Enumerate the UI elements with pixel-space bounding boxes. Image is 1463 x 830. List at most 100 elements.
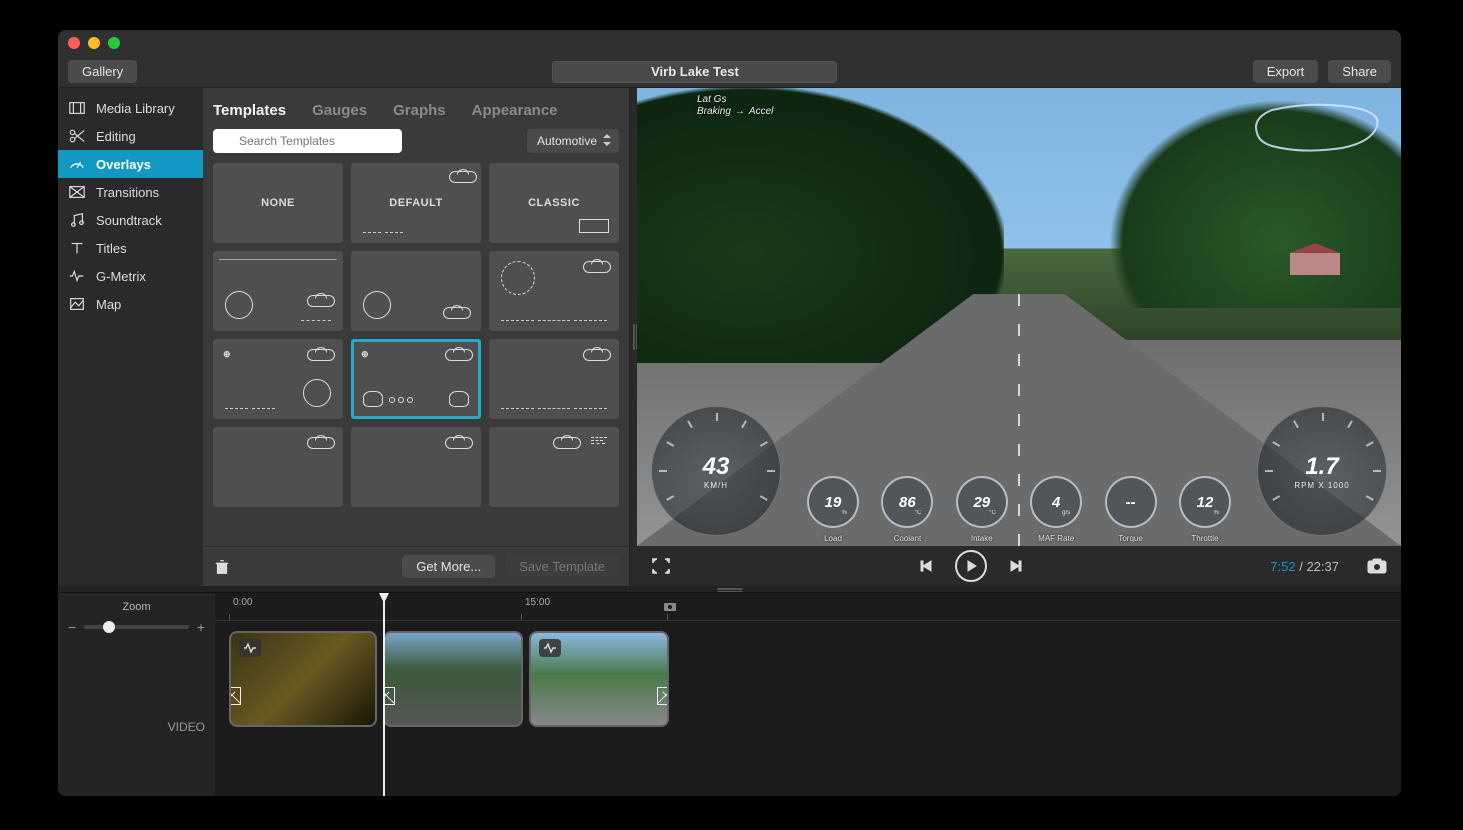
template-item[interactable] [489, 427, 619, 507]
share-button[interactable]: Share [1328, 60, 1391, 83]
window-zoom-button[interactable] [108, 37, 120, 49]
music-icon [68, 211, 86, 229]
sidebar-item-overlays[interactable]: Overlays [58, 150, 203, 178]
timeline-tracks[interactable]: 0:00 15:00 [215, 593, 1401, 796]
template-item[interactable] [351, 427, 481, 507]
overlay-tabs: Templates Gauges Graphs Appearance [203, 88, 629, 129]
search-wrap [213, 129, 519, 153]
sidebar-item-editing[interactable]: Editing [58, 122, 203, 150]
clip-trim-handle-right[interactable] [657, 687, 669, 705]
template-item[interactable] [213, 251, 343, 331]
template-item-selected[interactable]: ⊕ [351, 339, 481, 419]
app-window: Gallery Virb Lake Test Export Share Medi… [58, 30, 1401, 796]
window-close-button[interactable] [68, 37, 80, 49]
save-template-button[interactable]: Save Template [505, 555, 619, 578]
gmetrix-badge-icon [239, 639, 261, 657]
playback-controls: 7:52 / 22:37 [637, 546, 1401, 586]
sidebar-item-label: Titles [96, 241, 127, 256]
sidebar-item-label: Overlays [96, 157, 151, 172]
sidebar-item-soundtrack[interactable]: Soundtrack [58, 206, 203, 234]
sidebar-item-label: Transitions [96, 185, 159, 200]
template-label: NONE [261, 197, 295, 209]
gauge-coolant: 86°CCoolant [881, 476, 933, 528]
pulse-icon [68, 267, 86, 285]
sidebar-item-label: Map [96, 297, 121, 312]
sidebar: Media Library Editing Overlays Transitio… [58, 88, 203, 586]
video-track [229, 631, 669, 727]
template-classic[interactable]: CLASSIC [489, 163, 619, 243]
zoom-control: Zoom − + [58, 593, 215, 643]
search-input[interactable] [213, 129, 402, 153]
speed-unit: KM/H [704, 481, 728, 490]
template-item[interactable] [489, 339, 619, 419]
ruler-mark: 0:00 [233, 597, 252, 608]
template-item[interactable] [351, 251, 481, 331]
playback-time: 7:52 / 22:37 [1270, 559, 1339, 574]
scissors-icon [68, 127, 86, 145]
sidebar-item-transitions[interactable]: Transitions [58, 178, 203, 206]
video-clip[interactable] [383, 631, 523, 727]
tab-graphs[interactable]: Graphs [393, 102, 446, 119]
sidebar-item-media-library[interactable]: Media Library [58, 94, 203, 122]
sidebar-item-map[interactable]: Map [58, 290, 203, 318]
gauge-torque: --Torque [1105, 476, 1157, 528]
get-more-button[interactable]: Get More... [402, 555, 495, 578]
template-none[interactable]: NONE [213, 163, 343, 243]
tab-gauges[interactable]: Gauges [312, 102, 367, 119]
timeline: Zoom − + VIDEO 0:00 15:00 [58, 592, 1401, 796]
gallery-button[interactable]: Gallery [68, 60, 137, 83]
sidebar-item-titles[interactable]: Titles [58, 234, 203, 262]
overlay-track-map [1247, 98, 1387, 158]
overlay-panel: Templates Gauges Graphs Appearance Autom… [203, 88, 630, 586]
overlay-lat-gs: Lat Gs Braking→Accel [697, 94, 773, 118]
snapshot-button[interactable] [1367, 558, 1387, 574]
timeline-ruler[interactable]: 0:00 15:00 [215, 593, 1401, 621]
template-grid: NONE DEFAULT CLASSIC ⊕ ⊕ [203, 163, 629, 546]
window-minimize-button[interactable] [88, 37, 100, 49]
overlay-rpm-gauge: 1.7 RPM X 1000 [1257, 406, 1387, 536]
map-icon [68, 295, 86, 313]
titlebar [58, 30, 1401, 56]
template-footer: Get More... Save Template [203, 546, 629, 586]
delete-template-button[interactable] [213, 558, 231, 576]
video-track-label: VIDEO [58, 643, 215, 796]
category-dropdown[interactable]: Automotive [527, 129, 619, 153]
film-icon [68, 99, 86, 117]
text-icon [68, 239, 86, 257]
fullscreen-button[interactable] [651, 557, 671, 575]
gmetrix-badge-icon [539, 639, 561, 657]
tab-templates[interactable]: Templates [213, 102, 286, 119]
play-button[interactable] [955, 550, 987, 582]
preview-panel: Lat Gs Braking→Accel 43 KM/H 1.7 RPM X 1… [637, 88, 1401, 586]
video-preview[interactable]: Lat Gs Braking→Accel 43 KM/H 1.7 RPM X 1… [637, 88, 1401, 546]
sidebar-item-gmetrix[interactable]: G-Metrix [58, 262, 203, 290]
gauge-throttle: 12%Throttle [1179, 476, 1231, 528]
transition-icon [68, 183, 86, 201]
camera-marker-icon [663, 599, 677, 617]
template-item[interactable] [213, 427, 343, 507]
export-button[interactable]: Export [1253, 60, 1319, 83]
video-clip[interactable] [529, 631, 669, 727]
template-item[interactable]: ⊕ [213, 339, 343, 419]
video-clip[interactable] [229, 631, 377, 727]
template-item[interactable] [489, 251, 619, 331]
template-default[interactable]: DEFAULT [351, 163, 481, 243]
toolbar: Gallery Virb Lake Test Export Share [58, 56, 1401, 88]
zoom-out-button[interactable]: − [68, 619, 76, 635]
next-frame-button[interactable] [1009, 559, 1023, 573]
zoom-label: Zoom [68, 601, 205, 613]
sidebar-item-label: G-Metrix [96, 269, 146, 284]
zoom-slider[interactable] [84, 625, 189, 629]
tab-appearance[interactable]: Appearance [472, 102, 558, 119]
vertical-resize-handle[interactable] [630, 88, 637, 586]
gauge-load: 19%Load [807, 476, 859, 528]
playhead[interactable] [383, 593, 385, 796]
sidebar-item-label: Media Library [96, 101, 175, 116]
zoom-in-button[interactable]: + [197, 619, 205, 635]
rpm-unit: RPM X 1000 [1294, 481, 1349, 490]
gauge-maf: 4g/sMAF Rate [1030, 476, 1082, 528]
prev-frame-button[interactable] [919, 559, 933, 573]
clip-trim-handle-left[interactable] [229, 687, 241, 705]
project-title-field[interactable]: Virb Lake Test [552, 61, 837, 83]
timeline-sidebar: Zoom − + VIDEO [58, 593, 215, 796]
